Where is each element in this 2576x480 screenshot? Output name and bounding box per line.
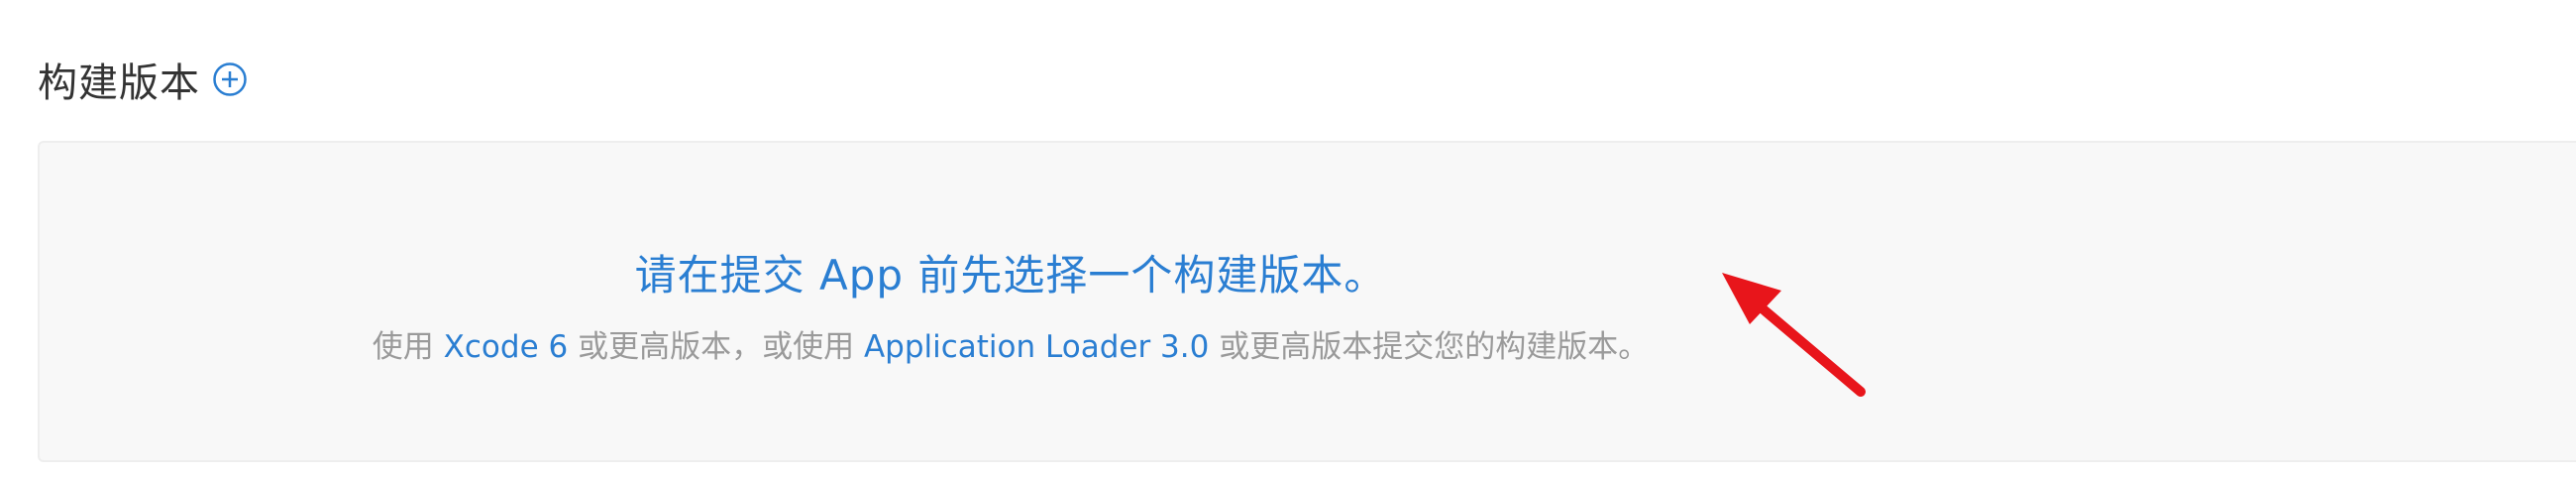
xcode-link[interactable]: Xcode 6 (444, 329, 569, 365)
section-header: 构建版本 (38, 50, 248, 109)
section-title: 构建版本 (38, 60, 200, 106)
hint-text-1: 使用 (372, 329, 444, 365)
application-loader-link[interactable]: Application Loader 3.0 (864, 329, 1209, 365)
plus-circle-icon[interactable] (212, 61, 248, 97)
page: 构建版本 请在提交 App 前先选择一个构建版本。 使用 Xcode 6 或更高… (0, 0, 2576, 480)
hint-text-3: 或更高版本提交您的构建版本。 (1209, 329, 1650, 365)
build-empty-panel: 请在提交 App 前先选择一个构建版本。 使用 Xcode 6 或更高版本，或使… (38, 141, 2576, 462)
hint-text-2: 或更高版本，或使用 (568, 329, 864, 365)
red-arrow-icon (1722, 273, 1866, 397)
